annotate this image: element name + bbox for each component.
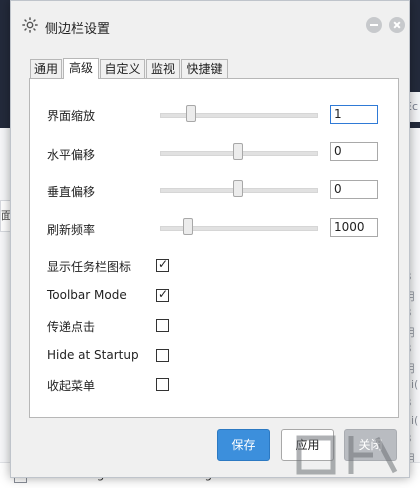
click-through-label: 传递点击 bbox=[47, 320, 96, 334]
check-icon: ✓ bbox=[158, 257, 169, 271]
h-offset-slider-thumb[interactable] bbox=[233, 143, 243, 160]
ui-scale-slider[interactable] bbox=[160, 113, 318, 118]
advanced-panel: 界面缩放 1 水平偏移 0 垂直偏移 0 刷新频率 1000 显示任务栏图标 ✓… bbox=[29, 78, 399, 418]
show-taskbar-icon-label: 显示任务栏图标 bbox=[47, 260, 132, 274]
show-taskbar-icon-checkbox[interactable]: ✓ bbox=[156, 257, 169, 272]
collapse-menu-label: 收起菜单 bbox=[47, 379, 96, 393]
refresh-rate-slider-thumb[interactable] bbox=[183, 218, 194, 235]
v-offset-label: 垂直偏移 bbox=[47, 185, 96, 199]
v-offset-slider-thumb[interactable] bbox=[233, 180, 243, 197]
tab-general[interactable]: 通用 bbox=[30, 59, 62, 78]
ui-scale-label: 界面缩放 bbox=[47, 109, 96, 123]
tab-hotkeys[interactable]: 快捷键 bbox=[181, 59, 228, 78]
collapse-menu-checkbox[interactable] bbox=[156, 378, 169, 391]
watermark-logo bbox=[296, 435, 398, 475]
ui-scale-slider-thumb[interactable] bbox=[186, 105, 197, 122]
hide-at-startup-checkbox[interactable] bbox=[156, 349, 169, 362]
gear-icon bbox=[22, 17, 38, 33]
ui-scale-input[interactable]: 1 bbox=[330, 105, 378, 124]
refresh-rate-label: 刷新频率 bbox=[47, 223, 96, 237]
check-icon: ✓ bbox=[158, 287, 169, 301]
h-offset-input[interactable]: 0 bbox=[330, 142, 378, 161]
dialog-title: 侧边栏设置 bbox=[45, 22, 111, 37]
dialog-titlebar[interactable]: 侧边栏设置 bbox=[11, 1, 409, 45]
save-button[interactable]: 保存 bbox=[217, 429, 270, 461]
tab-monitor[interactable]: 监视 bbox=[146, 59, 180, 78]
close-window-button[interactable] bbox=[389, 17, 405, 33]
click-through-checkbox[interactable] bbox=[156, 319, 169, 332]
refresh-rate-input[interactable]: 1000 bbox=[330, 218, 378, 237]
minimize-icon bbox=[370, 24, 378, 26]
toolbar-mode-checkbox[interactable]: ✓ bbox=[156, 287, 169, 302]
settings-dialog: 侧边栏设置 通用 高级 自定义 监视 快捷键 界面缩放 1 水平偏移 0 垂直偏… bbox=[10, 0, 410, 478]
v-offset-input[interactable]: 0 bbox=[330, 180, 378, 199]
hide-at-startup-label: Hide at Startup bbox=[47, 348, 139, 362]
tab-advanced[interactable]: 高级 bbox=[63, 58, 99, 79]
minimize-button[interactable] bbox=[366, 17, 382, 33]
tab-custom[interactable]: 自定义 bbox=[100, 59, 145, 78]
toolbar-mode-label: Toolbar Mode bbox=[47, 288, 127, 302]
h-offset-label: 水平偏移 bbox=[47, 148, 96, 162]
